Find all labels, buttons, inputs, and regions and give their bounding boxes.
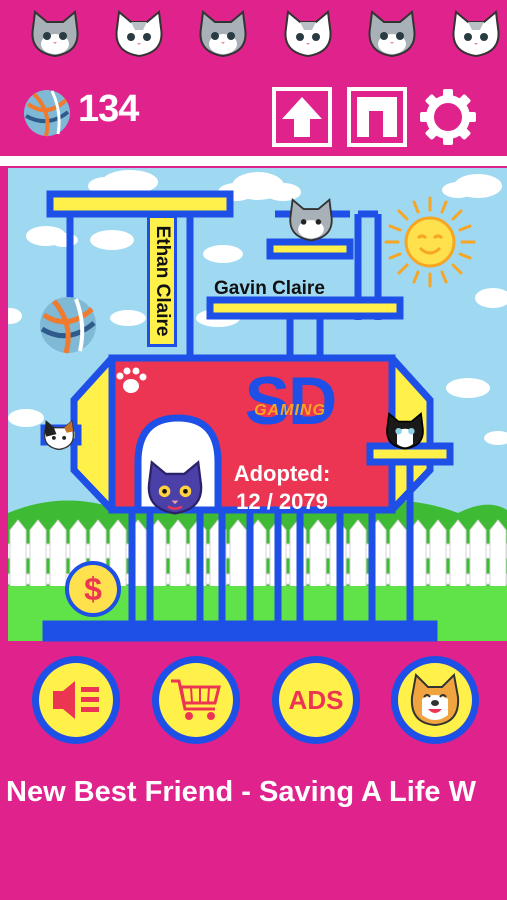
owner-name-horizontal: Gavin Claire [214,278,325,299]
grey-cat-icon [31,10,79,58]
cat-collection-row [0,0,507,78]
dog-button[interactable] [391,656,479,744]
ticker-text: New Best Friend - Saving A Life W [6,776,476,808]
yarn-count: 134 [78,88,139,130]
layout-icon [357,97,397,137]
white-cat-icon [452,10,500,58]
dog-face-icon [410,672,460,727]
news-ticker: New Best Friend - Saving A Life W [0,758,507,830]
grey-cat-icon [368,10,416,58]
settings-button[interactable] [418,87,478,147]
calico-cat-icon[interactable] [41,420,77,452]
owner-sign-vertical: Ethan Claire [147,215,177,347]
arrow-up-icon [282,97,322,137]
sd-gaming-logo: SD GAMING [228,363,352,450]
white-cat-icon [115,10,163,58]
owner-sign-horizontal: Gavin Claire [214,278,342,304]
owner-name-vertical: Ethan Claire [152,225,173,337]
header-divider [0,156,507,166]
logo-letters: SD [244,363,337,439]
tuxedo-cat-icon[interactable] [382,412,428,452]
grey-cat-icon [199,10,247,58]
svg-text:$: $ [84,571,102,607]
dollar-coin-button[interactable]: $ [64,560,122,618]
white-cat-icon [284,10,332,58]
grey-cat-icon[interactable] [284,198,338,244]
adopted-label: Adopted: [233,461,331,486]
bottom-area [0,830,507,900]
upgrade-button[interactable] [272,87,332,147]
adopted-counter: Adopted: 12 / 2079 [218,460,346,516]
ads-button[interactable]: ADS [272,656,360,744]
gear-icon [420,89,476,145]
adopted-count: 12 / 2079 [236,489,328,514]
sound-button[interactable] [32,656,120,744]
map-button[interactable] [347,87,407,147]
hanging-yarn-icon [40,297,96,354]
dollar-icon: $ [65,561,121,617]
speaker-icon [53,681,99,719]
shopping-cart-icon [171,679,221,720]
shop-button[interactable] [152,656,240,744]
ads-label: ADS [288,684,344,715]
purple-cat-icon[interactable] [142,460,208,518]
logo-subtitle: GAMING [254,402,326,419]
yarn-ball-icon [24,90,70,137]
